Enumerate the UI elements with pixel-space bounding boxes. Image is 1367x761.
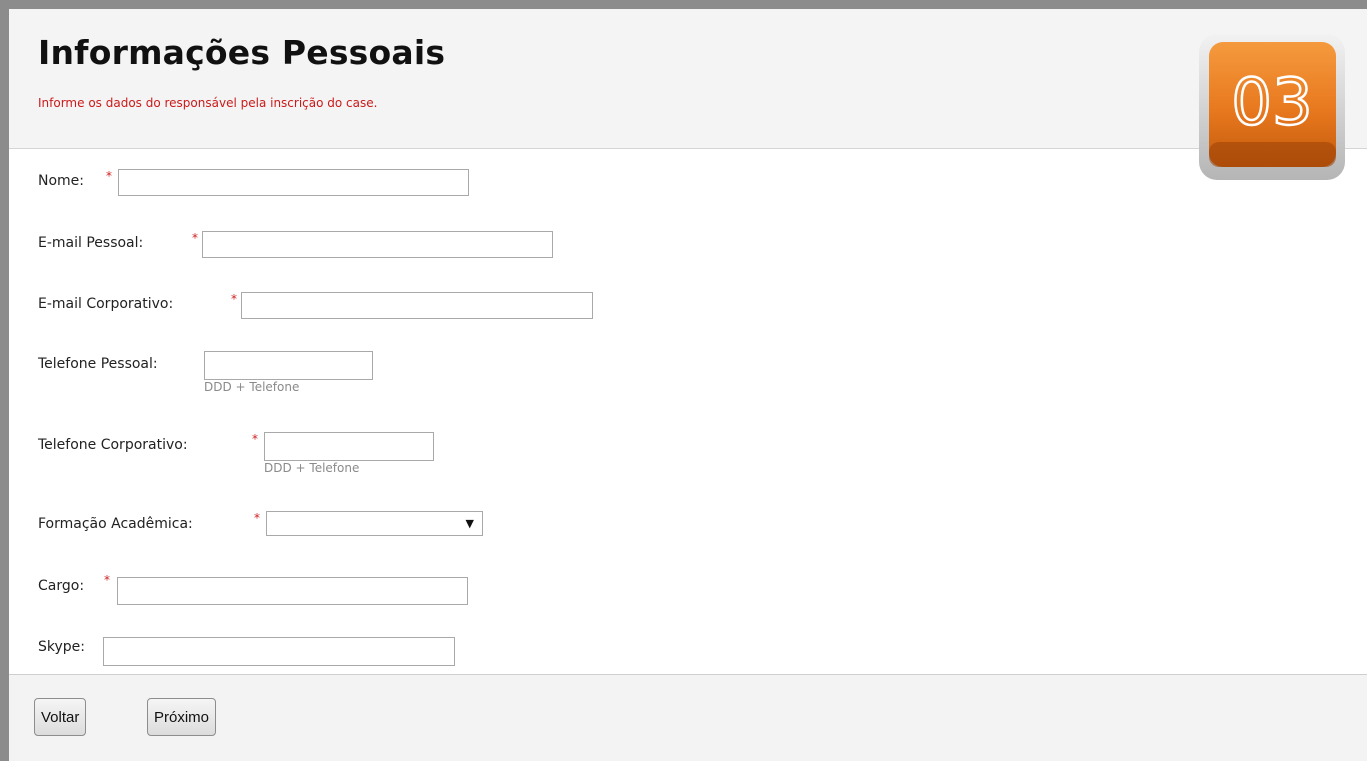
skype-input[interactable] (103, 637, 455, 666)
telefone-corporativo-input[interactable] (264, 432, 434, 461)
telefone-pessoal-hint: DDD + Telefone (204, 380, 300, 394)
required-mark: * (192, 231, 198, 245)
telefone-corporativo-hint: DDD + Telefone (264, 461, 360, 475)
required-mark: * (252, 432, 258, 446)
required-mark: * (106, 169, 112, 183)
nome-label: Nome: (38, 173, 85, 189)
telefone-pessoal-label: Telefone Pessoal: (38, 356, 158, 372)
dropdown-arrow-icon: ▼ (465, 517, 474, 530)
back-button[interactable]: Voltar (34, 698, 87, 736)
next-button[interactable]: Próximo (147, 698, 217, 736)
required-mark: * (231, 292, 237, 306)
nome-input[interactable] (118, 169, 469, 196)
cargo-label: Cargo: (38, 578, 85, 594)
required-mark: * (254, 511, 260, 525)
telefone-pessoal-input[interactable] (204, 351, 373, 380)
form-panel: Informações Pessoais Informe os dados do… (9, 9, 1367, 761)
email-corporativo-input[interactable] (241, 292, 593, 319)
email-pessoal-input[interactable] (202, 231, 553, 258)
step-number: 03 (1231, 66, 1312, 140)
page-subtitle: Informe os dados do responsável pela ins… (38, 96, 378, 110)
required-mark: * (104, 573, 110, 587)
formacao-academica-select[interactable]: ▼ (266, 511, 483, 536)
form-footer: Voltar Próximo (9, 674, 1367, 761)
telefone-corporativo-label: Telefone Corporativo: (38, 437, 188, 453)
email-corporativo-label: E-mail Corporativo: (38, 296, 174, 312)
page-header: Informações Pessoais Informe os dados do… (9, 9, 1367, 149)
skype-label: Skype: (38, 639, 85, 655)
page-title: Informações Pessoais (38, 33, 446, 72)
step-badge: 03 (1199, 34, 1345, 180)
cargo-input[interactable] (117, 577, 468, 605)
formacao-academica-label: Formação Acadêmica: (38, 516, 193, 532)
email-pessoal-label: E-mail Pessoal: (38, 235, 144, 251)
